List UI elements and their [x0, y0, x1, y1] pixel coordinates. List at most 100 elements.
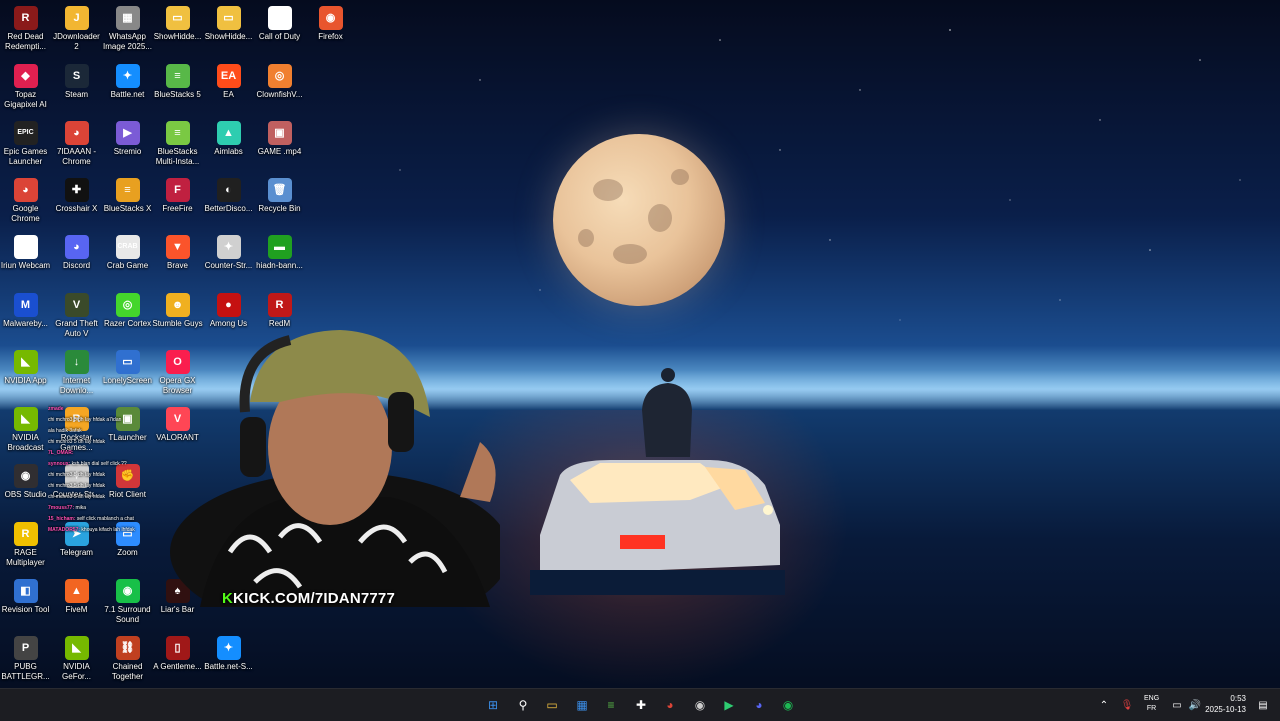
desktop-icon[interactable]: V Grand Theft Auto V	[51, 289, 102, 339]
language-secondary: FR	[1146, 705, 1157, 712]
desktop-icon[interactable]: ▣ GAME .mp4	[254, 117, 305, 157]
desktop-icon[interactable]: R Red Dead Redempti...	[0, 2, 51, 52]
app-icon: ↓	[64, 350, 89, 374]
microphone-icon[interactable]: 🎙	[1118, 694, 1136, 716]
app-icon: ✦	[115, 64, 140, 88]
desktop-icon[interactable]: ▶ Stremio	[102, 117, 153, 157]
desktop-icon[interactable]: ◉ Firefox	[305, 2, 356, 42]
desktop-icon[interactable]: CRAB Crab Game	[102, 231, 153, 271]
language-indicator[interactable]: ENG FR	[1144, 694, 1159, 714]
clock-date: 2025-10-13	[1205, 705, 1246, 714]
desktop-icon[interactable]: ≡ BlueStacks 5	[152, 60, 203, 100]
desktop-icon[interactable]: ⛓ Chained Together	[102, 632, 153, 682]
desktop-icon[interactable]: ≡ BlueStacks Multi-Insta...	[152, 117, 203, 167]
desktop-icon[interactable]: ✦ Counter-Str...	[203, 231, 254, 271]
desktop-icon[interactable]: ▭ ShowHidde...	[203, 2, 254, 42]
desktop-icon-label: Battle.net-S...	[204, 662, 253, 671]
desktop-icon[interactable]: ◣ NVIDIA Broadcast	[0, 403, 51, 453]
desktop-icon[interactable]: ▯ A Gentleme...	[152, 632, 203, 672]
desktop-icon-label: NVIDIA Broadcast	[7, 433, 44, 452]
app-icon: P	[13, 636, 38, 660]
desktop-icon[interactable]: ◐ BetterDisco...	[203, 174, 254, 214]
desktop-icon[interactable]: EPIC Epic Games Launcher	[0, 117, 51, 167]
desktop-icon[interactable]: M Malwareby...	[0, 289, 51, 329]
bluestacks-icon[interactable]: ≡	[600, 694, 622, 716]
desktop-icon-label: Brave	[167, 261, 188, 270]
app-icon: ◣	[64, 636, 89, 660]
desktop-icon[interactable]: ◕ Google Chrome	[0, 174, 51, 224]
desktop-icon[interactable]: ◎ Razer Cortex	[102, 289, 153, 329]
desktop-icon[interactable]: ▲ FiveM	[51, 575, 102, 615]
app-icon: ▭	[216, 6, 241, 30]
desktop-icon[interactable]: ✦ Battle.net-S...	[203, 632, 254, 672]
app-icon: ◕	[13, 178, 38, 202]
app-icon: S	[64, 64, 89, 88]
app-icon: ▲	[64, 579, 89, 603]
clock-time: 0:53	[1230, 694, 1246, 703]
app-icon: ▯	[267, 6, 292, 30]
desktop-icon[interactable]: ▼ Brave	[152, 231, 203, 271]
desktop-icon[interactable]: ◉ OBS Studio	[0, 460, 51, 500]
app-icon: CRAB	[115, 235, 140, 259]
desktop-icon-label: BlueStacks 5	[154, 90, 201, 99]
obs-icon[interactable]: ◉	[689, 694, 711, 716]
chat-text: ksh blan dial self click ??	[70, 461, 127, 467]
desktop-icon[interactable]: ▲ Aimlabs	[203, 117, 254, 157]
desktop-icon[interactable]: 🗑 Recycle Bin	[254, 174, 305, 214]
app-icon: ☻	[165, 293, 190, 317]
crosshair-icon[interactable]: ✚	[630, 694, 652, 716]
desktop-icon-label: NVIDIA GeFor...	[62, 662, 91, 681]
desktop-icon-label: Red Dead Redempti...	[5, 32, 46, 51]
network-icon[interactable]: ▭	[1168, 694, 1186, 716]
chat-text: chi mchro3 5 dh lay hfdak	[48, 439, 105, 445]
bluestacks-play-icon[interactable]: ▶	[718, 694, 740, 716]
desktop-icon[interactable]: ◯ Iriun Webcam	[0, 231, 51, 271]
desktop-icon[interactable]: EA EA	[203, 60, 254, 100]
app-icon: ≡	[165, 121, 190, 145]
desktop-icon[interactable]: ◕ 7IDAAAN - Chrome	[51, 117, 102, 167]
chrome-icon[interactable]: ◕	[659, 694, 681, 716]
desktop-icon[interactable]: S Steam	[51, 60, 102, 100]
discord-icon[interactable]: ◕	[748, 694, 770, 716]
spotify-icon[interactable]: ◉	[777, 694, 799, 716]
app-icon: ▯	[165, 636, 190, 660]
app-icon: V	[64, 293, 89, 317]
desktop-icon[interactable]: ✚ Crosshair X	[51, 174, 102, 214]
notification-icon[interactable]: ▤	[1254, 694, 1272, 716]
desktop-icon[interactable]: P PUBG BATTLEGR...	[0, 632, 51, 682]
desktop-icon[interactable]: ▭ ShowHidde...	[152, 2, 203, 42]
car-illustration	[530, 460, 785, 595]
desktop-icon[interactable]: ◕ Discord	[51, 231, 102, 271]
app-icon: ▲	[216, 121, 241, 145]
desktop-icon[interactable]: ↓ Internet Downlo...	[51, 346, 102, 396]
desktop-icon[interactable]: R RAGE Multiplayer	[0, 518, 51, 568]
file-explorer-icon[interactable]: ▭	[541, 694, 563, 716]
search-icon[interactable]: ⚲	[512, 694, 534, 716]
desktop-icon-label: Recycle Bin	[258, 204, 301, 213]
desktop-icon[interactable]: ▬ hiadn-bann...	[254, 231, 305, 271]
kick-logo: K	[222, 590, 234, 607]
system-clock[interactable]: 0:53 2025-10-13	[1205, 693, 1246, 715]
desktop-icon[interactable]: ▦ WhatsApp Image 2025...	[102, 2, 153, 52]
app-icon: ≡	[115, 178, 140, 202]
desktop-icon[interactable]: F FreeFire	[152, 174, 203, 214]
app-icon: EPIC	[13, 121, 38, 145]
desktop-icon-label: FreeFire	[162, 204, 193, 213]
desktop-icon[interactable]: ▯ Call of Duty	[254, 2, 305, 42]
start-icon[interactable]: ⊞	[482, 694, 504, 716]
desktop-icon[interactable]: ✦ Battle.net	[102, 60, 153, 100]
desktop-icon[interactable]: ◧ Revision Tool	[0, 575, 51, 615]
kick-channel-watermark: KKICK.COM/7IDAN7777	[222, 590, 395, 607]
kick-url: KICK.COM/7IDAN7777	[233, 590, 396, 607]
volume-icon[interactable]: 🔊	[1186, 694, 1204, 716]
desktop-icon[interactable]: ≡ BlueStacks X	[102, 174, 153, 214]
desktop-icon[interactable]: ◣ NVIDIA GeFor...	[51, 632, 102, 682]
desktop-icon[interactable]: ◎ ClownfishV...	[254, 60, 305, 100]
desktop-icon[interactable]: ◆ Topaz Gigapixel AI	[0, 60, 51, 110]
desktop-icon[interactable]: J JDownloader 2	[51, 2, 102, 52]
chevron-up-icon[interactable]: ⌃	[1095, 694, 1113, 716]
desktop-icon[interactable]: ▭ LonelyScreen	[102, 346, 153, 386]
store-icon[interactable]: ▦	[571, 694, 593, 716]
desktop-icon[interactable]: ◣ NVIDIA App	[0, 346, 51, 386]
desktop-icon[interactable]: ◉ 7.1 Surround Sound	[102, 575, 153, 625]
